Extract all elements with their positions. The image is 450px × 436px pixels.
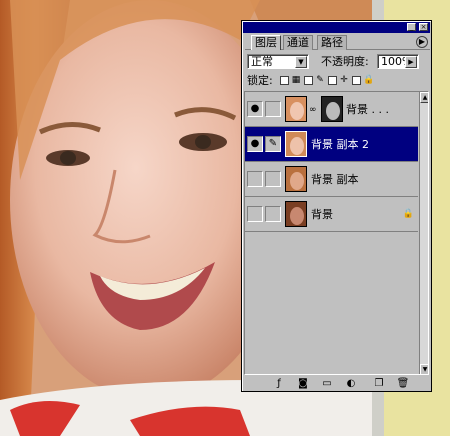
lock-label: 锁定: xyxy=(247,74,273,87)
blend-mode-dropdown[interactable]: 正常 ▼ xyxy=(247,54,309,69)
lock-position-checkbox[interactable] xyxy=(328,76,337,85)
new-layer-icon[interactable]: ❐ xyxy=(372,377,386,390)
add-mask-icon[interactable]: ◙ xyxy=(296,377,310,390)
scroll-down-icon[interactable]: ▼ xyxy=(420,364,428,374)
palette-bottom-bar: ƒ ◙ ▭ ◐ ❐ 🗑 xyxy=(244,377,429,391)
layer-row[interactable]: ● ✎ 背景 副本 2 xyxy=(245,127,418,162)
visibility-box[interactable] xyxy=(247,206,263,222)
layer-thumbnail xyxy=(285,131,307,157)
chevron-down-icon[interactable]: ▼ xyxy=(295,56,307,68)
transparency-icon: ▦ xyxy=(291,75,301,85)
layer-name: 背景 . . . xyxy=(346,103,389,116)
lock-icon: 🔒 xyxy=(363,75,375,85)
visibility-box[interactable] xyxy=(247,171,263,187)
brush-icon[interactable]: ✎ xyxy=(265,136,281,152)
lock-image-checkbox[interactable] xyxy=(304,76,313,85)
close-icon[interactable]: × xyxy=(419,23,428,31)
opacity-field[interactable]: 100% ▶ xyxy=(377,54,419,69)
palette-menu-icon[interactable]: ▶ xyxy=(416,36,428,48)
layer-thumbnail xyxy=(285,201,307,227)
tab-layers[interactable]: 图层 xyxy=(251,35,281,50)
chevron-right-icon[interactable]: ▶ xyxy=(405,56,417,68)
layer-name: 背景 副本 xyxy=(311,173,359,186)
link-box[interactable] xyxy=(265,171,281,187)
tab-channels[interactable]: 通道 xyxy=(283,35,313,50)
lock-transparency-checkbox[interactable] xyxy=(280,76,289,85)
layers-palette: _ × 图层 通道 路径 ▶ 正常 ▼ 不透明度: 100% ▶ 锁定: ▦ ✎… xyxy=(241,20,432,392)
layer-row[interactable]: ● ∞ 背景 . . . xyxy=(245,92,418,127)
brush-icon: ✎ xyxy=(316,75,324,85)
tab-paths[interactable]: 路径 xyxy=(317,35,347,50)
palette-tabs: 图层 通道 路径 ▶ xyxy=(245,35,430,50)
trash-icon[interactable]: 🗑 xyxy=(396,377,410,390)
palette-titlebar[interactable]: _ × xyxy=(243,22,430,33)
chain-icon: ∞ xyxy=(309,105,317,115)
eye-icon[interactable]: ● xyxy=(247,101,263,117)
lock-all-checkbox[interactable] xyxy=(352,76,361,85)
layers-scrollbar[interactable]: ▲ ▼ xyxy=(419,92,428,374)
layer-row[interactable]: 背景 🔒 xyxy=(245,197,418,232)
layer-thumbnail xyxy=(285,96,307,122)
lock-icon: 🔒 xyxy=(402,209,414,219)
minimize-icon[interactable]: _ xyxy=(407,23,416,31)
layer-mask-thumbnail xyxy=(321,96,343,122)
new-set-icon[interactable]: ▭ xyxy=(320,377,334,390)
adjustment-layer-icon[interactable]: ◐ xyxy=(344,377,358,390)
eye-icon[interactable]: ● xyxy=(247,136,263,152)
opacity-label: 不透明度: xyxy=(321,55,369,68)
canvas-window: _ × 图层 通道 路径 ▶ 正常 ▼ 不透明度: 100% ▶ 锁定: ▦ ✎… xyxy=(0,0,450,436)
layer-name: 背景 xyxy=(311,208,333,221)
move-icon: ✛ xyxy=(340,75,348,85)
layer-style-icon[interactable]: ƒ xyxy=(272,377,286,390)
layer-thumbnail xyxy=(285,166,307,192)
link-box[interactable] xyxy=(265,206,281,222)
link-box[interactable] xyxy=(265,101,281,117)
layer-name: 背景 副本 2 xyxy=(311,138,369,151)
layer-row[interactable]: 背景 副本 xyxy=(245,162,418,197)
blend-mode-value: 正常 xyxy=(251,55,273,68)
layers-list: ● ∞ 背景 . . . ● ✎ 背景 副本 2 背景 副本 背景 🔒 ▲ ▼ xyxy=(244,91,429,375)
scroll-up-icon[interactable]: ▲ xyxy=(420,92,428,103)
